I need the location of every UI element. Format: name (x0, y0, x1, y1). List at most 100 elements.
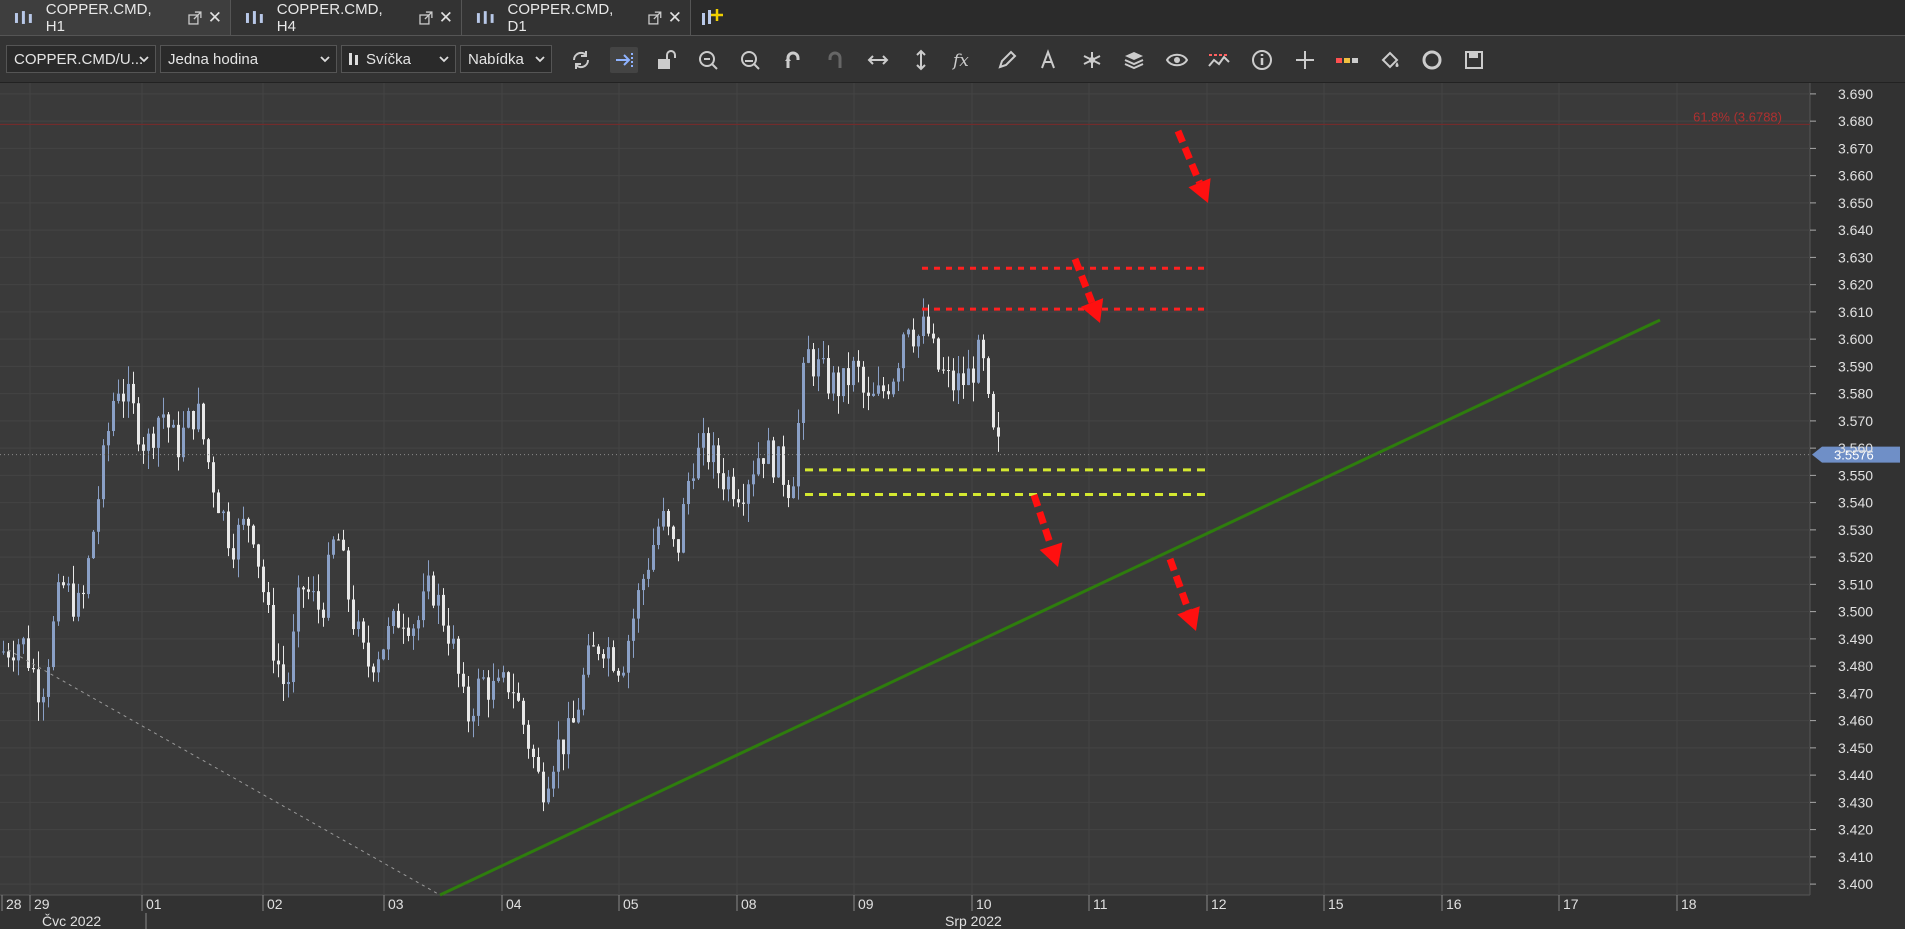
candle-body (377, 659, 380, 673)
trade-levels-button[interactable] (1333, 47, 1361, 73)
candlestick-icon (245, 10, 263, 24)
chevron-down-icon (439, 56, 449, 63)
candle-body (802, 362, 805, 423)
unlock-button[interactable] (652, 47, 680, 73)
candle-body (102, 445, 105, 500)
redo-button[interactable] (821, 47, 849, 73)
candle-body (347, 550, 350, 600)
theme-button[interactable] (1418, 47, 1446, 73)
candle-body (477, 678, 480, 716)
theme-icon (1422, 50, 1442, 70)
price-tick-label: 3.690 (1838, 86, 1873, 102)
candle-body (517, 692, 520, 701)
candle-body (952, 370, 955, 391)
candle-body (742, 502, 745, 504)
candle-body (542, 771, 545, 803)
candle-body (492, 680, 495, 700)
candle-body (972, 368, 975, 383)
plot-area[interactable] (0, 83, 1810, 895)
candle-body (967, 368, 970, 386)
save-button[interactable] (1460, 47, 1488, 73)
candle-body (552, 771, 555, 789)
candle-body (322, 609, 325, 618)
zoom-out-button[interactable] (736, 47, 764, 73)
popout-icon[interactable] (419, 10, 433, 25)
candle-body (142, 444, 145, 451)
candle-body (467, 686, 470, 722)
candle-body (607, 647, 610, 659)
candle-body (187, 410, 190, 428)
add-chart-icon[interactable] (700, 7, 724, 29)
close-tab-icon[interactable]: ✕ (668, 8, 682, 28)
zoom-in-button[interactable] (694, 47, 722, 73)
layers-button[interactable] (1120, 47, 1148, 73)
popout-icon[interactable] (188, 10, 202, 25)
visibility-button[interactable] (1163, 47, 1191, 73)
text-tool-button[interactable] (1035, 47, 1063, 73)
horizontal-scale-button[interactable] (864, 47, 892, 73)
candle-body (262, 566, 265, 593)
candle-body (312, 591, 315, 593)
candle-body (122, 393, 125, 402)
price-tick-label: 3.490 (1838, 631, 1873, 647)
period-select[interactable]: Jedna hodina (160, 45, 337, 73)
time-tick-label: 01 (146, 896, 162, 912)
refresh-button[interactable] (567, 47, 595, 73)
tab-copper-h1[interactable]: COPPER.CMD, H1 ✕ (0, 0, 231, 35)
candle-body (927, 316, 930, 334)
eye-icon (1166, 53, 1188, 67)
info-icon (1252, 50, 1272, 70)
candle-body (72, 583, 75, 617)
pattern-button[interactable] (1078, 47, 1106, 73)
trade-levels-icon (1336, 58, 1358, 63)
offer-side-select[interactable]: Nabídka (460, 45, 552, 73)
candle-body (212, 462, 215, 493)
alerts-button[interactable] (1205, 47, 1233, 73)
candle-body (252, 525, 255, 545)
candle-body (257, 544, 260, 567)
candle-body (637, 590, 640, 619)
info-button[interactable] (1248, 47, 1276, 73)
close-tab-icon[interactable]: ✕ (208, 8, 222, 28)
chart-type-select[interactable]: Svíčka (341, 45, 456, 73)
candle-body (417, 620, 420, 629)
candle-body (642, 578, 645, 591)
candle-body (482, 677, 485, 679)
price-tick-label: 3.590 (1838, 358, 1873, 374)
candle-body (237, 524, 240, 560)
candle-body (667, 511, 670, 527)
tab-copper-h4[interactable]: COPPER.CMD, H4 ✕ (231, 0, 462, 35)
vertical-scale-icon (916, 49, 926, 71)
vertical-scale-button[interactable] (907, 47, 935, 73)
time-tick-label: 18 (1681, 896, 1697, 912)
instrument-select[interactable]: COPPER.CMD/U... (6, 45, 156, 73)
shift-chart-button[interactable] (610, 47, 638, 73)
candle-body (87, 558, 90, 595)
draw-button[interactable] (993, 47, 1021, 73)
time-tick-label: 15 (1328, 896, 1344, 912)
candle-body (527, 724, 530, 749)
undo-button[interactable] (779, 47, 807, 73)
indicators-button[interactable]: fx (950, 47, 978, 73)
tab-copper-d1[interactable]: COPPER.CMD, D1 ✕ (462, 0, 691, 35)
candle-body (712, 445, 715, 463)
candle-body (67, 583, 70, 586)
price-tick-label: 3.530 (1838, 522, 1873, 538)
fib-level-label: 61.8% (3.6788) (1693, 109, 1782, 124)
candle-body (342, 539, 345, 551)
candle-body (197, 403, 200, 430)
price-chart[interactable]: 61.8% (3.6788)3.5576 3.6903.6803.6703.66… (0, 83, 1905, 929)
popout-icon[interactable] (648, 10, 662, 25)
unlock-icon (658, 50, 676, 69)
candle-body (412, 628, 415, 636)
time-tick-label: 12 (1211, 896, 1227, 912)
candle-body (842, 368, 845, 397)
price-tick-label: 3.670 (1838, 140, 1873, 156)
paint-bucket-button[interactable] (1376, 47, 1404, 73)
undo-icon (785, 51, 800, 68)
candle-body (217, 492, 220, 514)
horizontal-scale-icon (867, 55, 889, 65)
close-tab-icon[interactable]: ✕ (439, 8, 453, 28)
svg-text:fx: fx (952, 51, 969, 71)
crosshair-button[interactable] (1291, 47, 1319, 73)
